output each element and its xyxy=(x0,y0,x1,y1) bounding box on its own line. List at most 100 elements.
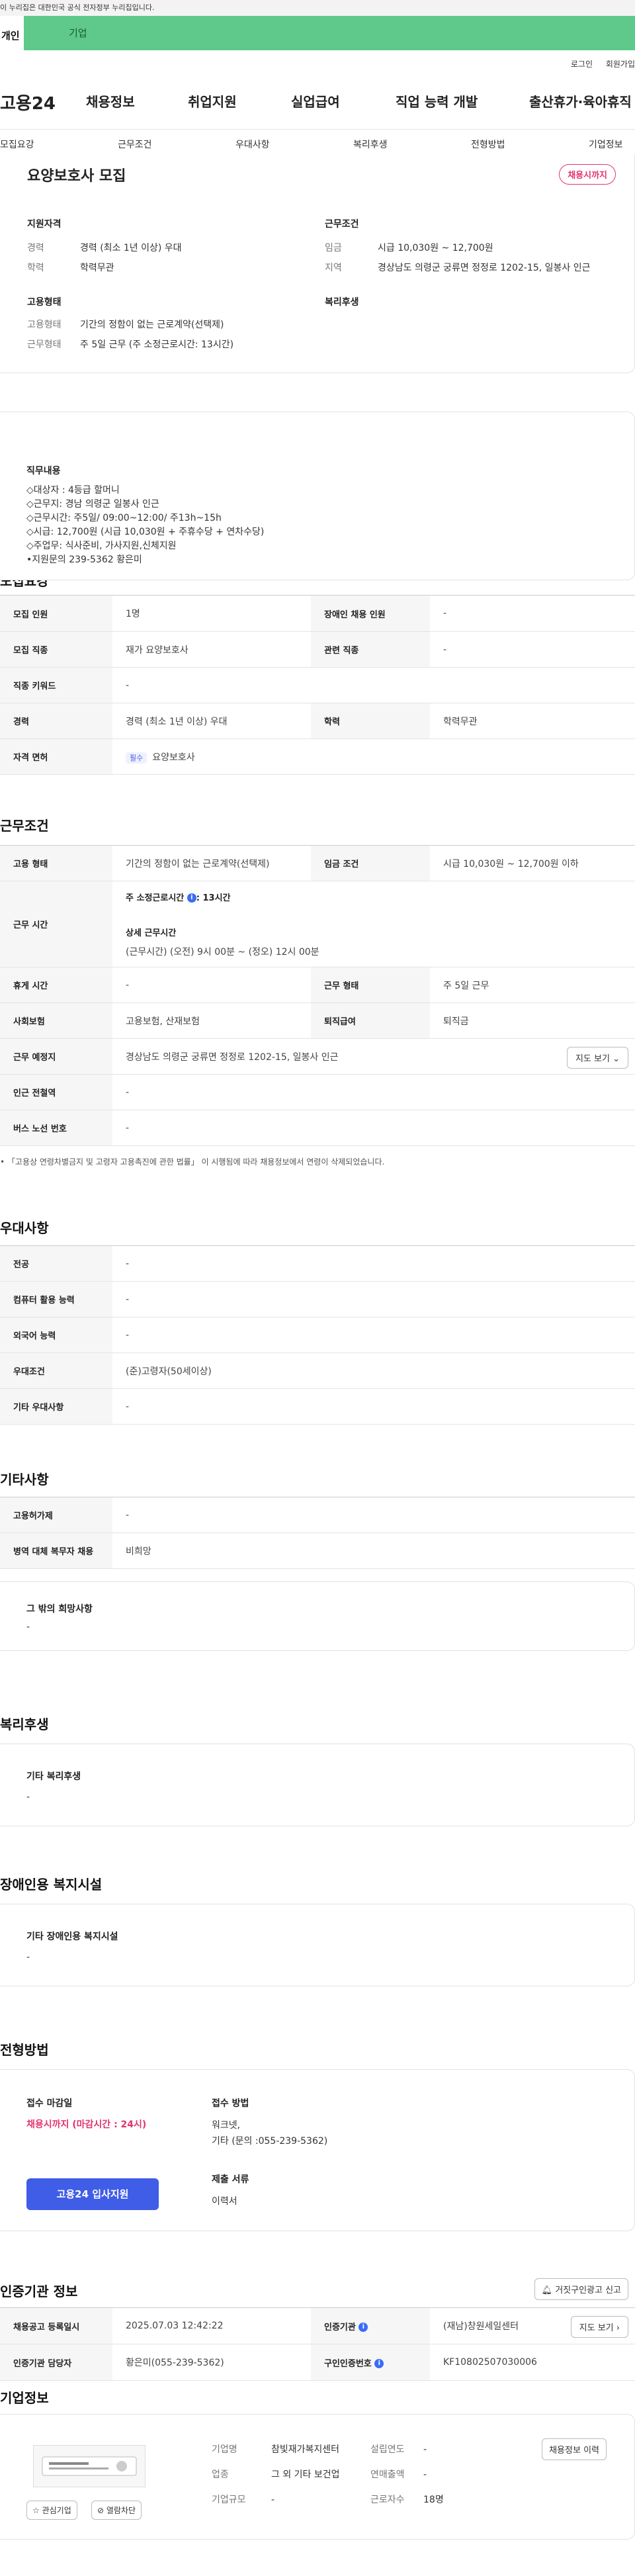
row-label: 인증기관 담당자 xyxy=(0,2344,112,2381)
site-header: 로그인 회원가입 고용24 채용정보 취업지원 실업급여 직업 능력 개발 출산… xyxy=(0,50,635,130)
anchor-welfare[interactable]: 복리후생 xyxy=(353,138,388,151)
company-label: 연매출액 xyxy=(370,2469,405,2480)
row-label: 구인인증번호 i xyxy=(311,2344,430,2381)
pref-table: 전공 - 컴퓨터 활용 능력 - 외국어 능력 - 우대조건 (준)고령자(50세이상)… xyxy=(0,1245,635,1425)
info-icon[interactable]: i xyxy=(187,893,196,903)
info-icon[interactable]: i xyxy=(359,2323,368,2332)
emp-label: 고용형태 xyxy=(27,320,62,330)
tab-company[interactable]: 기업 xyxy=(24,16,635,50)
row-label: 퇴직급여 xyxy=(311,1002,430,1039)
row-label: 외국어 능력 xyxy=(0,1317,112,1353)
qual-heading: 지원자격 xyxy=(27,219,62,230)
company-row-emp: 근로자수 18명 xyxy=(370,2493,444,2506)
disability-heading: 장애인용 복지시설 xyxy=(0,1877,103,1892)
duty-line: ◇근무시간: 주5일/ 09:00~12:00/ 주13h~15h xyxy=(26,513,222,523)
table-row: 경력 경력 (최소 1년 이상) 우대 학력 학력무관 xyxy=(0,703,635,739)
emp-row-type: 고용형태 기간의 정함이 없는 근로계약(선택제) xyxy=(27,318,224,331)
company-value: - xyxy=(271,2495,275,2505)
row-label: 고용허가제 xyxy=(0,1497,112,1533)
row-value: 2025.07.03 12:42:22 xyxy=(112,2307,311,2344)
user-type-tabs: 개인 기업 xyxy=(0,16,635,50)
age-notice: • 「고용상 연령차별금지 및 고령자 고용촉진에 관한 법률」 이 시행됨에 … xyxy=(0,1157,385,1167)
work-time-cell: 주 소정근로시간 i: 13시간 상세 근무시간 (근무시간) (오전) 9시 … xyxy=(112,881,635,967)
table-row: 인근 전철역 - xyxy=(0,1074,635,1110)
duty-line: ◇주업무: 식사준비, 가사지원,신체지원 xyxy=(26,541,177,551)
row-value: 주 5일 근무 xyxy=(430,967,635,1003)
row-value: - xyxy=(112,667,635,703)
company-label: 업종 xyxy=(212,2469,229,2480)
method-value: 워크넷, 기타 (문의 :055-239-5362) xyxy=(212,2117,327,2149)
work-week-hours: 주 소정근로시간 i: 13시간 xyxy=(126,891,635,903)
row-label: 사회보험 xyxy=(0,1002,112,1039)
row-label: 우대조건 xyxy=(0,1353,112,1389)
history-button[interactable]: 채용정보 이력 xyxy=(542,2438,607,2460)
gnb-item-jobs[interactable]: 채용정보 xyxy=(86,91,135,111)
anchor-recruit[interactable]: 모집요강 xyxy=(0,138,34,151)
apply-button[interactable]: 고용24 입사지원 xyxy=(26,2178,159,2210)
table-row: 채용공고 등록일시 2025.07.03 12:42:22 인증기관 i (재남… xyxy=(0,2307,635,2344)
duty-heading: 직무내용 xyxy=(26,466,61,476)
table-row: 전공 - xyxy=(0,1245,635,1282)
duty-line: ◇시급: 12,700원 (시급 10,030원 + 주휴수당 + 연차수당) xyxy=(26,527,265,537)
report-button-label: 거짓구인광고 신고 xyxy=(555,2286,621,2295)
block-label: 열람차단 xyxy=(106,2506,136,2515)
anchor-company[interactable]: 기업정보 xyxy=(589,138,623,151)
header-util: 로그인 회원가입 xyxy=(560,58,635,69)
row-label: 기타 우대사항 xyxy=(0,1388,112,1425)
tab-personal[interactable]: 개인 xyxy=(0,16,24,50)
row-value: 재가 요양보호사 xyxy=(112,631,311,668)
row-label: 학력 xyxy=(311,703,430,739)
emp-value: 주 5일 근무 (주 소정근로시간: 13시간) xyxy=(80,339,234,350)
table-row: 기타 우대사항 - xyxy=(0,1388,635,1425)
gnb-item-leave[interactable]: 출산휴가·육아휴직 xyxy=(529,91,632,111)
signup-link[interactable]: 회원가입 xyxy=(606,60,635,69)
row-label: 직종 키워드 xyxy=(0,667,112,703)
table-row: 고용허가제 - xyxy=(0,1497,635,1533)
row-label: 장애인 채용 인원 xyxy=(311,595,430,632)
gnb-item-employment-support[interactable]: 취업지원 xyxy=(188,91,237,111)
qual-row-edu: 학력 학력무관 xyxy=(27,261,114,274)
info-icon[interactable]: i xyxy=(374,2359,384,2368)
welfare-summary-heading: 복리후생 xyxy=(325,297,359,308)
table-row: 모집 인원 1명 장애인 채용 인원 - xyxy=(0,595,635,632)
table-row: 외국어 능력 - xyxy=(0,1317,635,1353)
row-value: KF10802507030006 xyxy=(430,2344,635,2381)
report-button[interactable]: 🔔︎ 거짓구인광고 신고 xyxy=(534,2278,628,2300)
row-value: (재남)창원세일센터 지도 보기 › xyxy=(430,2307,635,2344)
qual-value: 학력무관 xyxy=(80,263,114,273)
method-line: 기타 (문의 :055-239-5362) xyxy=(212,2136,328,2147)
fav-label: 관심기업 xyxy=(42,2506,71,2515)
login-link[interactable]: 로그인 xyxy=(571,60,593,69)
row-value: - xyxy=(430,595,635,632)
gov-notice-text: 이 누리집은 대한민국 공식 전자정부 누리집입니다. xyxy=(0,3,155,12)
agency-map-button[interactable]: 지도 보기 › xyxy=(570,2316,628,2338)
company-row-size: 기업규모 - xyxy=(212,2493,275,2506)
company-box: ☆ 관심기업 ⊘ 열람차단 기업명 참빛재가복지센터 업종 그 외 기타 보건업 기… xyxy=(0,2414,635,2540)
status-badge: 채용시까지 xyxy=(559,164,616,185)
gnb-item-training[interactable]: 직업 능력 개발 xyxy=(396,91,478,111)
welfare-box: 기타 복리후생 - xyxy=(0,1744,635,1826)
map-button-label: 지도 보기 xyxy=(575,1054,610,1064)
row-value: 기간의 정함이 없는 근로계약(선택제) xyxy=(112,845,311,881)
anchor-pref[interactable]: 우대사항 xyxy=(235,138,270,151)
row-label: 채용공고 등록일시 xyxy=(0,2307,112,2344)
work-heading: 근무조건 xyxy=(0,818,49,834)
work-detail-heading: 상세 근무시간 xyxy=(126,928,177,938)
row-label: 고용 형태 xyxy=(0,845,112,881)
site-logo[interactable]: 고용24 xyxy=(0,90,56,114)
company-row-name: 기업명 참빛재가복지센터 xyxy=(212,2442,339,2456)
qual-label: 학력 xyxy=(27,263,44,273)
anchor-work[interactable]: 근무조건 xyxy=(118,138,152,151)
row-label: 전공 xyxy=(0,1245,112,1282)
row-label: 인증기관 i xyxy=(311,2307,430,2344)
company-logo-icon xyxy=(42,2456,137,2476)
map-button[interactable]: 지도 보기 ⌄ xyxy=(566,1047,628,1069)
company-value: 참빛재가복지센터 xyxy=(271,2444,340,2455)
anchor-apply[interactable]: 전형방법 xyxy=(471,138,505,151)
row-label: 인근 전철역 xyxy=(0,1074,112,1110)
fav-company-button[interactable]: ☆ 관심기업 xyxy=(26,2501,77,2520)
table-row: 휴게 시간 - 근무 형태 주 5일 근무 xyxy=(0,967,635,1003)
welfare-box-heading: 기타 복리후생 xyxy=(26,1771,81,1782)
block-button[interactable]: ⊘ 열람차단 xyxy=(91,2501,142,2520)
gnb-item-unemployment[interactable]: 실업급여 xyxy=(291,91,340,111)
